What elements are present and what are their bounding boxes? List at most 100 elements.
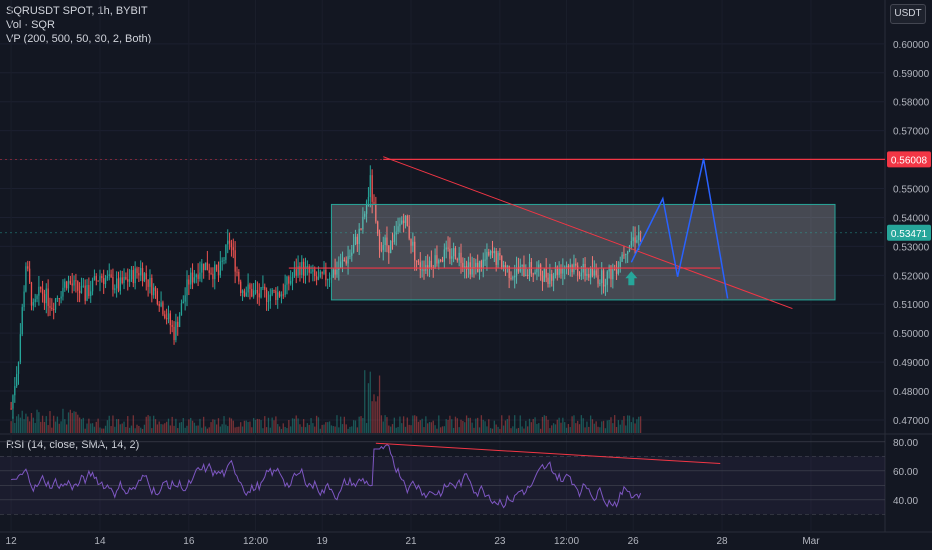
candle-body [95,276,97,281]
volume-bar [489,428,492,433]
volume-bar [591,419,594,433]
price-tick-label: 0.48000 [893,387,930,398]
volume-bar [554,424,557,433]
volume-bar [199,418,201,433]
volume-bar [132,415,134,433]
candle-body [104,278,107,285]
volume-bar [380,415,383,433]
candle-body [17,361,20,374]
candle-body [110,274,112,278]
volume-bar [499,428,501,433]
candle-body [286,276,288,285]
volume-bar [438,415,440,433]
volume-bar [501,415,503,433]
volume-bar [128,427,131,433]
volume-bar [149,416,151,433]
volume-bar [388,425,390,433]
volume-bar [114,426,116,433]
candle-body [369,175,371,198]
volume-bar [365,423,368,433]
volume-bar [630,422,632,433]
candle-body [317,277,320,280]
volume-bar [36,409,38,433]
volume-bar [508,415,510,433]
volume-bar [247,421,249,433]
volume-bar [103,428,105,433]
price-tick-label: 0.57000 [893,127,930,138]
volume-bar [27,416,29,433]
candle-body [188,279,190,285]
volume-bar [21,410,23,433]
volume-bar [84,428,86,433]
candle-body [160,302,162,307]
candle-body [280,294,283,297]
volume-bar [525,420,527,433]
candle-body [201,263,203,273]
volume-bar [354,420,357,433]
volume-bar [639,416,642,433]
volume-bar [347,428,349,433]
price-chart[interactable]: 0.600000.590000.580000.570000.560000.550… [0,0,932,550]
volume-bar [193,422,196,433]
candle-body [240,281,242,293]
candle-body [206,262,209,271]
volume-bar [538,423,540,433]
volume-bar [25,413,27,433]
candle-body [169,313,171,326]
volume-bar [532,419,534,433]
volume-bar [626,415,629,433]
volume-bar [484,421,486,433]
volume-bar [391,424,394,433]
price-tick-label: 0.47000 [893,416,930,427]
volume-bar [471,422,473,433]
candle-body [45,288,47,304]
volume-bar [464,422,466,433]
volume-bar [545,415,547,433]
candle-body [101,276,103,279]
candle-body [60,296,62,299]
candle-body [134,268,136,284]
volume-bar [97,418,99,433]
candle-body [66,281,68,289]
volume-bar [56,416,59,433]
candle-body [302,261,305,276]
candle-body [191,272,194,283]
candle-body [38,286,40,296]
volume-bar [291,418,294,433]
candle-body [243,290,246,297]
rsi-tick-label: 60.00 [893,467,918,478]
volume-bar [78,417,81,433]
volume-bar [617,420,620,433]
volume-bar [504,420,507,433]
candle-body [238,271,240,282]
candle-body [99,276,101,281]
price-tick-label: 0.55000 [893,185,930,196]
candle-body [128,279,131,282]
candle-body [138,273,140,276]
volume-bar [230,418,233,433]
volume-bar [49,411,51,433]
volume-bar [299,424,301,433]
candle-body [162,302,164,315]
time-tick-label: 21 [405,536,417,547]
volume-bar [275,416,277,433]
volume-bar [539,428,542,433]
volume-bar [536,423,538,433]
volume-bar [430,422,433,433]
candle-body [208,270,210,273]
candle-body [291,276,294,281]
volume-bar [523,428,525,433]
volume-bar [482,419,484,433]
volume-bar [460,419,462,433]
candle-body [273,289,275,291]
volume-bar [117,419,120,433]
volume-bar [356,427,358,433]
volume-bar [521,426,523,433]
rsi-tick-label: 40.00 [893,496,918,507]
price-tick-label: 0.51000 [893,300,930,311]
volume-bar [110,426,112,433]
volume-bar [614,415,616,433]
time-tick-label: 19 [317,536,329,547]
candle-body [277,292,279,300]
time-tick-label: 14 [94,536,106,547]
